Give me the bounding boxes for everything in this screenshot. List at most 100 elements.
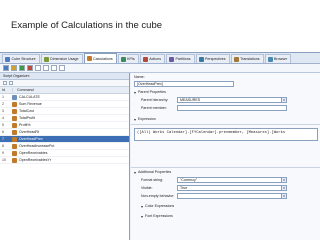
script-row[interactable]: 4 TotalProfit xyxy=(0,115,129,122)
row-label: OpenReceivables xyxy=(19,151,48,155)
row-id: 9 xyxy=(2,151,4,155)
collapse-icon: ▾ xyxy=(134,117,137,122)
new-calculation-icon[interactable] xyxy=(3,65,9,71)
dimension-icon xyxy=(43,56,49,62)
section-label: Parent Properties xyxy=(138,90,166,94)
tab-label: Perspectives xyxy=(205,57,226,61)
row-id: 6 xyxy=(2,130,4,134)
command-column-header[interactable]: Command xyxy=(12,88,129,92)
tab-partitions[interactable]: Partitions xyxy=(166,54,195,63)
row-id: 3 xyxy=(2,109,4,113)
form-view-icon[interactable] xyxy=(51,65,57,71)
tab-perspectives[interactable]: Perspectives xyxy=(195,54,230,63)
non-empty-behavior-label: Non-empty behavior: xyxy=(141,194,175,198)
row-id: 8 xyxy=(2,144,4,148)
script-row[interactable]: 9 OpenReceivables xyxy=(0,150,129,157)
row-id: 5 xyxy=(2,123,4,127)
tab-browser[interactable]: Browser xyxy=(264,54,292,63)
parent-properties-section[interactable]: ▾ Parent Properties xyxy=(132,89,166,96)
section-label: Expression xyxy=(138,117,156,121)
chevron-down-icon[interactable]: ▾ xyxy=(281,98,286,102)
organizer-up-icon[interactable] xyxy=(3,81,7,85)
script-row-selected[interactable]: 7 OverHeadPrev xyxy=(0,136,129,143)
parent-member-label: Parent member: xyxy=(141,106,167,110)
designer-toolbar xyxy=(0,64,320,73)
new-script-command-icon[interactable] xyxy=(19,65,25,71)
script-row[interactable]: 3 TotalCost xyxy=(0,108,129,115)
section-divider xyxy=(131,167,320,168)
format-string-select[interactable]: "Currency" ▾ xyxy=(177,177,287,183)
chevron-down-icon[interactable]: ▾ xyxy=(281,178,286,182)
tab-label: Calculations xyxy=(93,56,113,61)
additional-properties-section[interactable]: ▾ Additional Properties xyxy=(132,169,171,176)
tab-translations[interactable]: Translations xyxy=(230,54,264,63)
translation-icon xyxy=(233,56,239,62)
row-label: OverHeadIncreasePct xyxy=(19,144,55,148)
calc-icon xyxy=(12,150,17,156)
parent-hierarchy-select[interactable]: MEASURES ▾ xyxy=(177,97,287,103)
script-row[interactable]: 5 Profit% xyxy=(0,122,129,129)
expression-editor[interactable]: ([All) Works Calendar].[FYCalendar].prev… xyxy=(134,128,318,141)
designer-tab-strip: Cube Structure Dimension Usage Calculati… xyxy=(0,53,320,64)
expand-icon: ▾ xyxy=(141,204,144,209)
row-id: 2 xyxy=(2,102,4,106)
calc-icon xyxy=(12,136,17,142)
script-row[interactable]: 2 Sum Revenue xyxy=(0,101,129,108)
row-label: CALCULATE xyxy=(19,95,40,99)
calc-icon xyxy=(12,143,17,149)
slide-title: Example of Calculations in the cube xyxy=(11,20,163,31)
new-named-set-icon[interactable] xyxy=(11,65,17,71)
script-row[interactable]: 6 OverHeadRt xyxy=(0,129,129,136)
parent-member-field[interactable] xyxy=(177,105,287,111)
cube-designer-window: Cube Structure Dimension Usage Calculati… xyxy=(0,52,320,240)
non-empty-behavior-select[interactable]: ▾ xyxy=(177,193,287,199)
organizer-column-header: Id Command xyxy=(0,87,129,94)
tab-label: Dimension Usage xyxy=(50,57,79,61)
name-field[interactable]: [OverHeadPrev] xyxy=(134,81,234,87)
tab-dimension-usage[interactable]: Dimension Usage xyxy=(40,54,83,63)
script-organizer-header: Script Organizer: xyxy=(0,73,129,80)
expression-section[interactable]: ▾ Expression xyxy=(132,116,156,123)
section-label: Color Expressions xyxy=(145,204,175,208)
script-view-icon[interactable] xyxy=(59,65,65,71)
row-label: Sum Revenue xyxy=(19,102,42,106)
collapse-icon: ▾ xyxy=(134,170,137,175)
tab-label: Translations xyxy=(240,57,260,61)
expand-icon: ▾ xyxy=(141,214,144,219)
tab-label: KPIs xyxy=(127,57,135,61)
perspective-icon xyxy=(198,56,204,62)
id-column-header: Id xyxy=(2,88,5,92)
chevron-down-icon[interactable]: ▾ xyxy=(281,186,286,190)
tab-kpis[interactable]: KPIs xyxy=(117,54,139,63)
delete-icon[interactable] xyxy=(27,65,33,71)
chevron-down-icon[interactable]: ▾ xyxy=(281,194,286,198)
calc-icon xyxy=(12,157,17,163)
font-expressions-section[interactable]: ▾ Font Expressions xyxy=(139,213,173,220)
tab-label: Partitions xyxy=(175,57,191,61)
script-icon xyxy=(12,94,17,100)
row-label: TotalCost xyxy=(19,109,34,113)
section-divider xyxy=(131,124,320,125)
script-row[interactable]: 1 CALCULATE xyxy=(0,94,129,101)
browser-icon xyxy=(267,56,273,62)
organizer-down-icon[interactable] xyxy=(9,81,13,85)
row-label: Profit% xyxy=(19,123,31,127)
row-label: OverHeadRt xyxy=(19,130,39,134)
tab-label: Browser xyxy=(274,57,288,61)
script-organizer-panel: Script Organizer: Id Command 1 CALCULATE… xyxy=(0,73,130,240)
color-expressions-section[interactable]: ▾ Color Expressions xyxy=(139,203,174,210)
move-up-icon[interactable] xyxy=(35,65,41,71)
calculation-properties-panel: Name: [OverHeadPrev] ▾ Parent Properties… xyxy=(131,73,320,240)
visible-select[interactable]: True ▾ xyxy=(177,185,287,191)
format-string-label: Format string: xyxy=(141,178,164,182)
name-label: Name: xyxy=(134,75,145,79)
tab-actions[interactable]: Actions xyxy=(139,54,166,63)
script-row[interactable]: 10 OpenReceivablesYr xyxy=(0,157,129,164)
move-down-icon[interactable] xyxy=(43,65,49,71)
tab-calculations[interactable]: Calculations xyxy=(83,53,117,63)
parent-hierarchy-label: Parent hierarchy: xyxy=(141,98,169,102)
parent-hierarchy-value: MEASURES xyxy=(180,98,201,102)
format-string-value: "Currency" xyxy=(180,178,198,182)
tab-cube-structure[interactable]: Cube Structure xyxy=(2,54,40,63)
script-row[interactable]: 8 OverHeadIncreasePct xyxy=(0,143,129,150)
